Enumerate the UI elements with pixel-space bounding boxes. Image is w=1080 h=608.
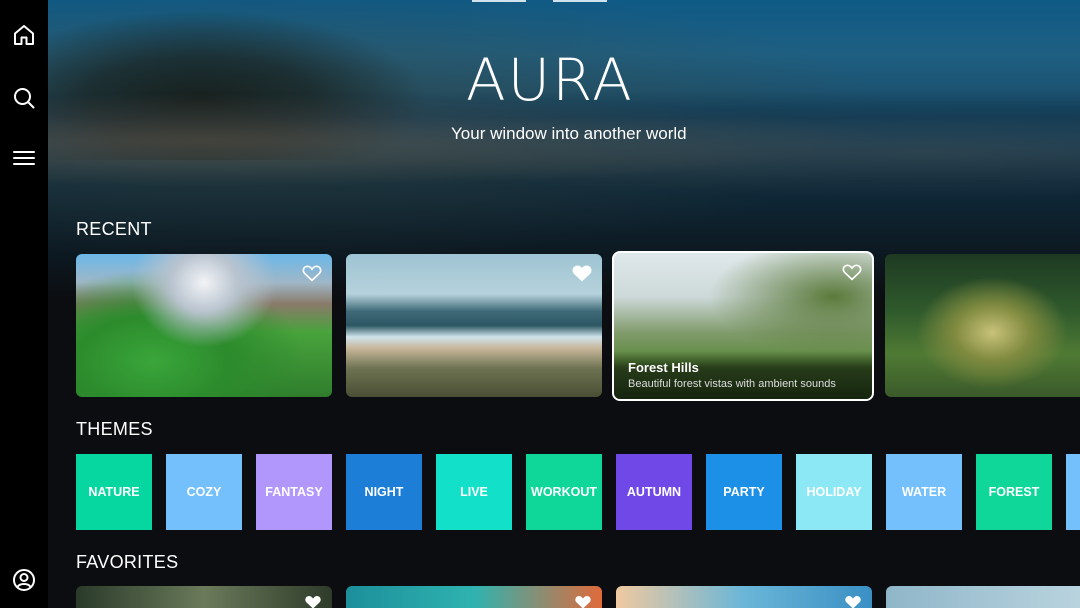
- heart-icon[interactable]: [574, 594, 592, 608]
- theme-tile-workout[interactable]: WORKOUT: [526, 454, 602, 530]
- theme-tile-nature[interactable]: NATURE: [76, 454, 152, 530]
- heart-icon[interactable]: [572, 264, 592, 282]
- section-title-themes: THEMES: [76, 419, 153, 439]
- menu-button[interactable]: [8, 142, 40, 174]
- account-icon: [13, 569, 35, 591]
- favorite-card-3[interactable]: [616, 586, 872, 608]
- recent-card-4[interactable]: [885, 254, 1080, 397]
- heart-icon[interactable]: [844, 594, 862, 608]
- theme-tile-live[interactable]: LIVE: [436, 454, 512, 530]
- recent-card-2[interactable]: [346, 254, 602, 397]
- recent-card-3[interactable]: Forest Hills Beautiful forest vistas wit…: [612, 251, 874, 401]
- search-button[interactable]: [8, 82, 40, 114]
- theme-tile-water[interactable]: WATER: [886, 454, 962, 530]
- heart-icon[interactable]: [302, 264, 322, 282]
- theme-tile-autumn[interactable]: AUTUMN: [616, 454, 692, 530]
- section-title-favorites: FAVORITES: [76, 552, 179, 572]
- theme-tile-night[interactable]: NIGHT: [346, 454, 422, 530]
- heart-icon[interactable]: [842, 263, 862, 281]
- top-indicator-left: [472, 0, 526, 2]
- top-indicator-right: [553, 0, 607, 2]
- theme-tile-forest[interactable]: FOREST: [976, 454, 1052, 530]
- home-icon: [14, 25, 34, 45]
- theme-tile-holiday[interactable]: HOLIDAY: [796, 454, 872, 530]
- card-title: Forest Hills: [628, 360, 699, 375]
- app-logo: AURA: [466, 46, 634, 114]
- app-tagline: Your window into another world: [451, 124, 687, 143]
- favorite-card-1[interactable]: [76, 586, 332, 608]
- recent-card-1[interactable]: [76, 254, 332, 397]
- sidebar: [0, 0, 48, 608]
- search-icon: [14, 88, 35, 109]
- heart-icon[interactable]: [304, 594, 322, 608]
- theme-tile-fantasy[interactable]: FANTASY: [256, 454, 332, 530]
- home-button[interactable]: [8, 19, 40, 51]
- section-title-recent: RECENT: [76, 219, 152, 239]
- menu-icon: [13, 151, 35, 165]
- theme-tile-party[interactable]: PARTY: [706, 454, 782, 530]
- account-button[interactable]: [8, 564, 40, 596]
- theme-tile-more[interactable]: [1066, 454, 1080, 530]
- favorite-card-2[interactable]: [346, 586, 602, 608]
- card-caption: Forest Hills Beautiful forest vistas wit…: [614, 351, 872, 399]
- card-subtitle: Beautiful forest vistas with ambient sou…: [628, 378, 836, 390]
- favorite-card-4[interactable]: [886, 586, 1080, 608]
- theme-tile-cozy[interactable]: COZY: [166, 454, 242, 530]
